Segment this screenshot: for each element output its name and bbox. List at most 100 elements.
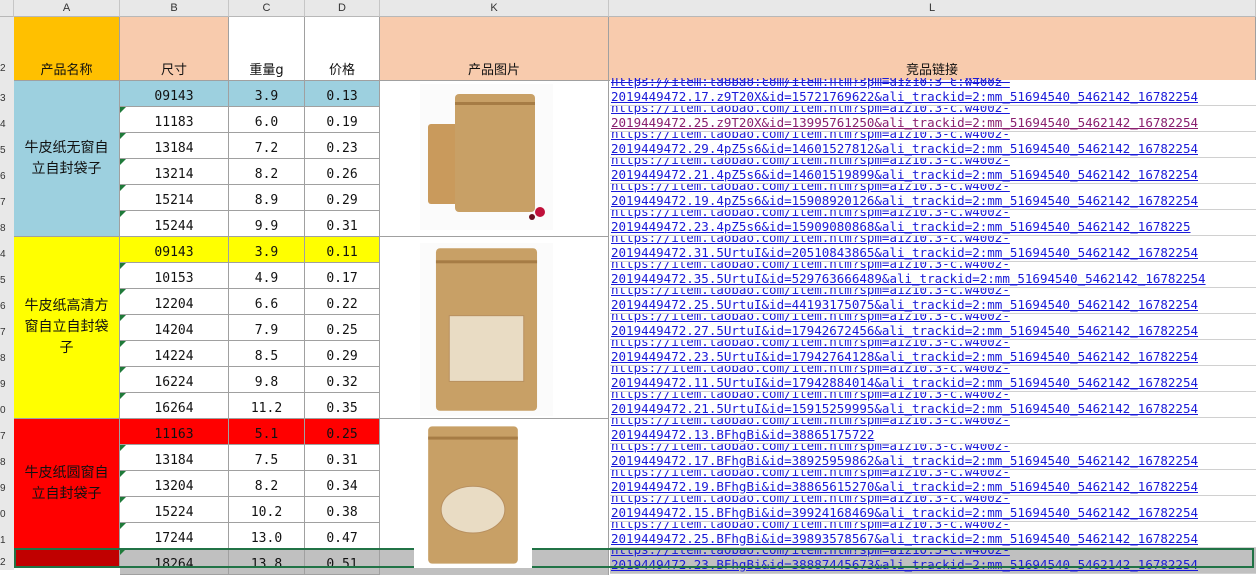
competitor-link[interactable]: https://item.taobao.com/item.htm?spm=a1z… bbox=[610, 392, 1256, 418]
link-text[interactable]: 2019449472.21.4pZ5s6&id=14601519899&ali_… bbox=[611, 167, 1198, 182]
link-text[interactable]: 2019449472.25.5UrtuI&id=44193175075&ali_… bbox=[611, 297, 1198, 312]
link-text[interactable]: 2019449472.35.5UrtuI&id=529763666489&ali… bbox=[611, 271, 1206, 286]
link-prefix-text[interactable]: https://item.taobao.com/item.htm?spm=a1z… bbox=[611, 418, 1010, 427]
cell-weight[interactable]: 4.9 bbox=[229, 263, 305, 289]
link-prefix-text[interactable]: https://item.taobao.com/item.htm?spm=a1z… bbox=[611, 392, 1010, 401]
column-header-d[interactable]: D bbox=[305, 0, 380, 17]
column-header-c[interactable]: C bbox=[229, 0, 305, 17]
cell-weight[interactable]: 10.2 bbox=[229, 497, 305, 523]
row-number[interactable]: 8 bbox=[0, 456, 14, 470]
link-text[interactable]: 2019449472.11.5UrtuI&id=17942884014&ali_… bbox=[611, 375, 1198, 390]
link-prefix-text[interactable]: https://item.taobao.com/item.htm?spm=a1z… bbox=[611, 78, 1010, 84]
cell-weight[interactable]: 8.9 bbox=[229, 185, 305, 211]
column-header-b[interactable]: B bbox=[120, 0, 229, 17]
cell-size[interactable]: 13204 bbox=[120, 471, 229, 497]
cell-size[interactable]: 15224 bbox=[120, 497, 229, 523]
row-number[interactable]: 6 bbox=[0, 170, 14, 184]
cell-price[interactable]: 0.31 bbox=[305, 211, 380, 237]
cell-size[interactable]: 09143 bbox=[120, 81, 229, 107]
link-text[interactable]: 2019449472.17.z9T20X&id=15721769622&ali_… bbox=[611, 89, 1198, 104]
cell-size[interactable]: 09143 bbox=[120, 237, 229, 263]
link-prefix-text[interactable]: https://item.taobao.com/item.htm?spm=a1z… bbox=[611, 366, 1010, 375]
link-text[interactable]: 2019449472.23.4pZ5s6&id=15909080868&ali_… bbox=[611, 219, 1190, 234]
cell-price[interactable]: 0.32 bbox=[305, 367, 380, 393]
header-weight[interactable]: 重量g bbox=[229, 17, 305, 81]
row-number[interactable]: 5 bbox=[0, 144, 14, 158]
competitor-link[interactable]: https://item.taobao.com/item.htm?spm=a1z… bbox=[610, 496, 1256, 522]
competitor-link[interactable]: https://item.taobao.com/item.htm?spm=a1z… bbox=[610, 366, 1256, 392]
cell-size[interactable]: 15214 bbox=[120, 185, 229, 211]
group-name-cell[interactable] bbox=[14, 549, 120, 568]
cell-weight[interactable]: 6.6 bbox=[229, 289, 305, 315]
competitor-link[interactable]: https://item.taobao.com/item.htm?spm=a1z… bbox=[610, 314, 1256, 340]
row-number[interactable]: 3 bbox=[0, 92, 14, 106]
cell-price[interactable]: 0.35 bbox=[305, 393, 380, 419]
competitor-link[interactable]: https://item.taobao.com/item.htm?spm=a1z… bbox=[610, 522, 1256, 548]
cell-size[interactable]: 17244 bbox=[120, 523, 229, 549]
competitor-link[interactable]: https://item.taobao.com/item.htm?spm=a1z… bbox=[610, 236, 1256, 262]
cell-size[interactable]: 11163 bbox=[120, 419, 229, 445]
product-image-plain[interactable] bbox=[420, 84, 553, 230]
link-prefix-text[interactable]: https://item.taobao.com/item.htm?spm=a1z… bbox=[611, 132, 1010, 141]
link-prefix-text[interactable]: https://item.taobao.com/item.htm?spm=a1z… bbox=[611, 496, 1010, 505]
competitor-link[interactable]: https://item.taobao.com/item.htm?spm=a1z… bbox=[610, 470, 1256, 496]
link-prefix-text[interactable]: https://item.taobao.com/item.htm?spm=a1z… bbox=[611, 158, 1010, 167]
header-size[interactable]: 尺寸 bbox=[120, 17, 229, 81]
row-number[interactable]: 7 bbox=[0, 326, 14, 340]
link-prefix-text[interactable]: https://item.taobao.com/item.htm?spm=a1z… bbox=[611, 470, 1010, 479]
cell-price[interactable]: 0.47 bbox=[305, 523, 380, 549]
cell-size[interactable]: 12204 bbox=[120, 289, 229, 315]
cell-size[interactable]: 10153 bbox=[120, 263, 229, 289]
link-text[interactable]: 2019449472.21.5UrtuI&id=15915259995&ali_… bbox=[611, 401, 1198, 416]
link-prefix-text[interactable]: https://item.taobao.com/item.htm?spm=a1z… bbox=[611, 522, 1010, 531]
competitor-link[interactable]: https://item.taobao.com/item.htm?spm=a1z… bbox=[610, 548, 1256, 574]
row-number[interactable]: 2 bbox=[0, 62, 14, 76]
link-prefix-text[interactable]: https://item.taobao.com/item.htm?spm=a1z… bbox=[611, 262, 1010, 271]
cell-price[interactable]: 0.25 bbox=[305, 419, 380, 445]
competitor-link[interactable]: https://item.taobao.com/item.htm?spm=a1z… bbox=[610, 288, 1256, 314]
column-header-l[interactable]: L bbox=[609, 0, 1256, 17]
cell-weight[interactable]: 7.2 bbox=[229, 133, 305, 159]
link-prefix-text[interactable]: https://item.taobao.com/item.htm?spm=a1z… bbox=[611, 288, 1010, 297]
cell-price[interactable]: 0.23 bbox=[305, 133, 380, 159]
cell-size[interactable]: 16224 bbox=[120, 367, 229, 393]
competitor-link[interactable]: https://item.taobao.com/item.htm?spm=a1z… bbox=[610, 340, 1256, 366]
cell-price[interactable]: 0.19 bbox=[305, 107, 380, 133]
cell-size[interactable]: 14224 bbox=[120, 341, 229, 367]
link-text[interactable]: 2019449472.27.5UrtuI&id=17942672456&ali_… bbox=[611, 323, 1198, 338]
cell-price[interactable]: 0.31 bbox=[305, 445, 380, 471]
link-text[interactable]: 2019449472.23.BFhgBi&id=38887445673&ali_… bbox=[611, 557, 1198, 572]
link-text[interactable]: 2019449472.13.BFhgBi&id=38865175722 bbox=[611, 427, 874, 442]
competitor-link[interactable]: https://item.taobao.com/item.htm?spm=a1z… bbox=[610, 210, 1256, 236]
cell-size[interactable]: 15244 bbox=[120, 211, 229, 237]
product-image-square-window[interactable] bbox=[420, 243, 553, 416]
competitor-link[interactable]: https://item.taobao.com/item.htm?spm=a1z… bbox=[610, 184, 1256, 210]
row-number[interactable]: 0 bbox=[0, 404, 14, 418]
cell-price[interactable]: 0.13 bbox=[305, 81, 380, 107]
competitor-link[interactable]: https://item.taobao.com/item.htm?spm=a1z… bbox=[610, 444, 1256, 470]
row-number[interactable]: 9 bbox=[0, 482, 14, 496]
cell-weight[interactable]: 9.9 bbox=[229, 211, 305, 237]
row-number[interactable]: 0 bbox=[0, 508, 14, 522]
link-text[interactable]: 2019449472.15.BFhgBi&id=39924168469&ali_… bbox=[611, 505, 1198, 520]
competitor-link[interactable]: https://item.taobao.com/item.htm?spm=a1z… bbox=[610, 418, 1256, 444]
cell-size[interactable]: 14204 bbox=[120, 315, 229, 341]
competitor-link[interactable]: https://item.taobao.com/item.htm?spm=a1z… bbox=[610, 132, 1256, 158]
product-image-round-window[interactable] bbox=[414, 422, 532, 568]
cell-weight[interactable]: 11.2 bbox=[229, 393, 305, 419]
cell-size[interactable]: 11183 bbox=[120, 107, 229, 133]
row-number[interactable]: 6 bbox=[0, 300, 14, 314]
row-number[interactable]: 8 bbox=[0, 222, 14, 236]
row-number[interactable]: 8 bbox=[0, 352, 14, 366]
select-all-corner[interactable] bbox=[0, 0, 14, 17]
cell-price[interactable]: 0.25 bbox=[305, 315, 380, 341]
row-number[interactable]: 7 bbox=[0, 196, 14, 210]
cell-weight[interactable]: 8.2 bbox=[229, 471, 305, 497]
row-number[interactable]: 4 bbox=[0, 248, 14, 262]
row-number[interactable]: 9 bbox=[0, 378, 14, 392]
cell-weight[interactable]: 8.5 bbox=[229, 341, 305, 367]
link-text[interactable]: 2019449472.31.5UrtuI&id=20510843865&ali_… bbox=[611, 245, 1198, 260]
cell-weight[interactable]: 3.9 bbox=[229, 237, 305, 263]
cell-price[interactable]: 0.29 bbox=[305, 341, 380, 367]
cell-weight[interactable]: 3.9 bbox=[229, 81, 305, 107]
